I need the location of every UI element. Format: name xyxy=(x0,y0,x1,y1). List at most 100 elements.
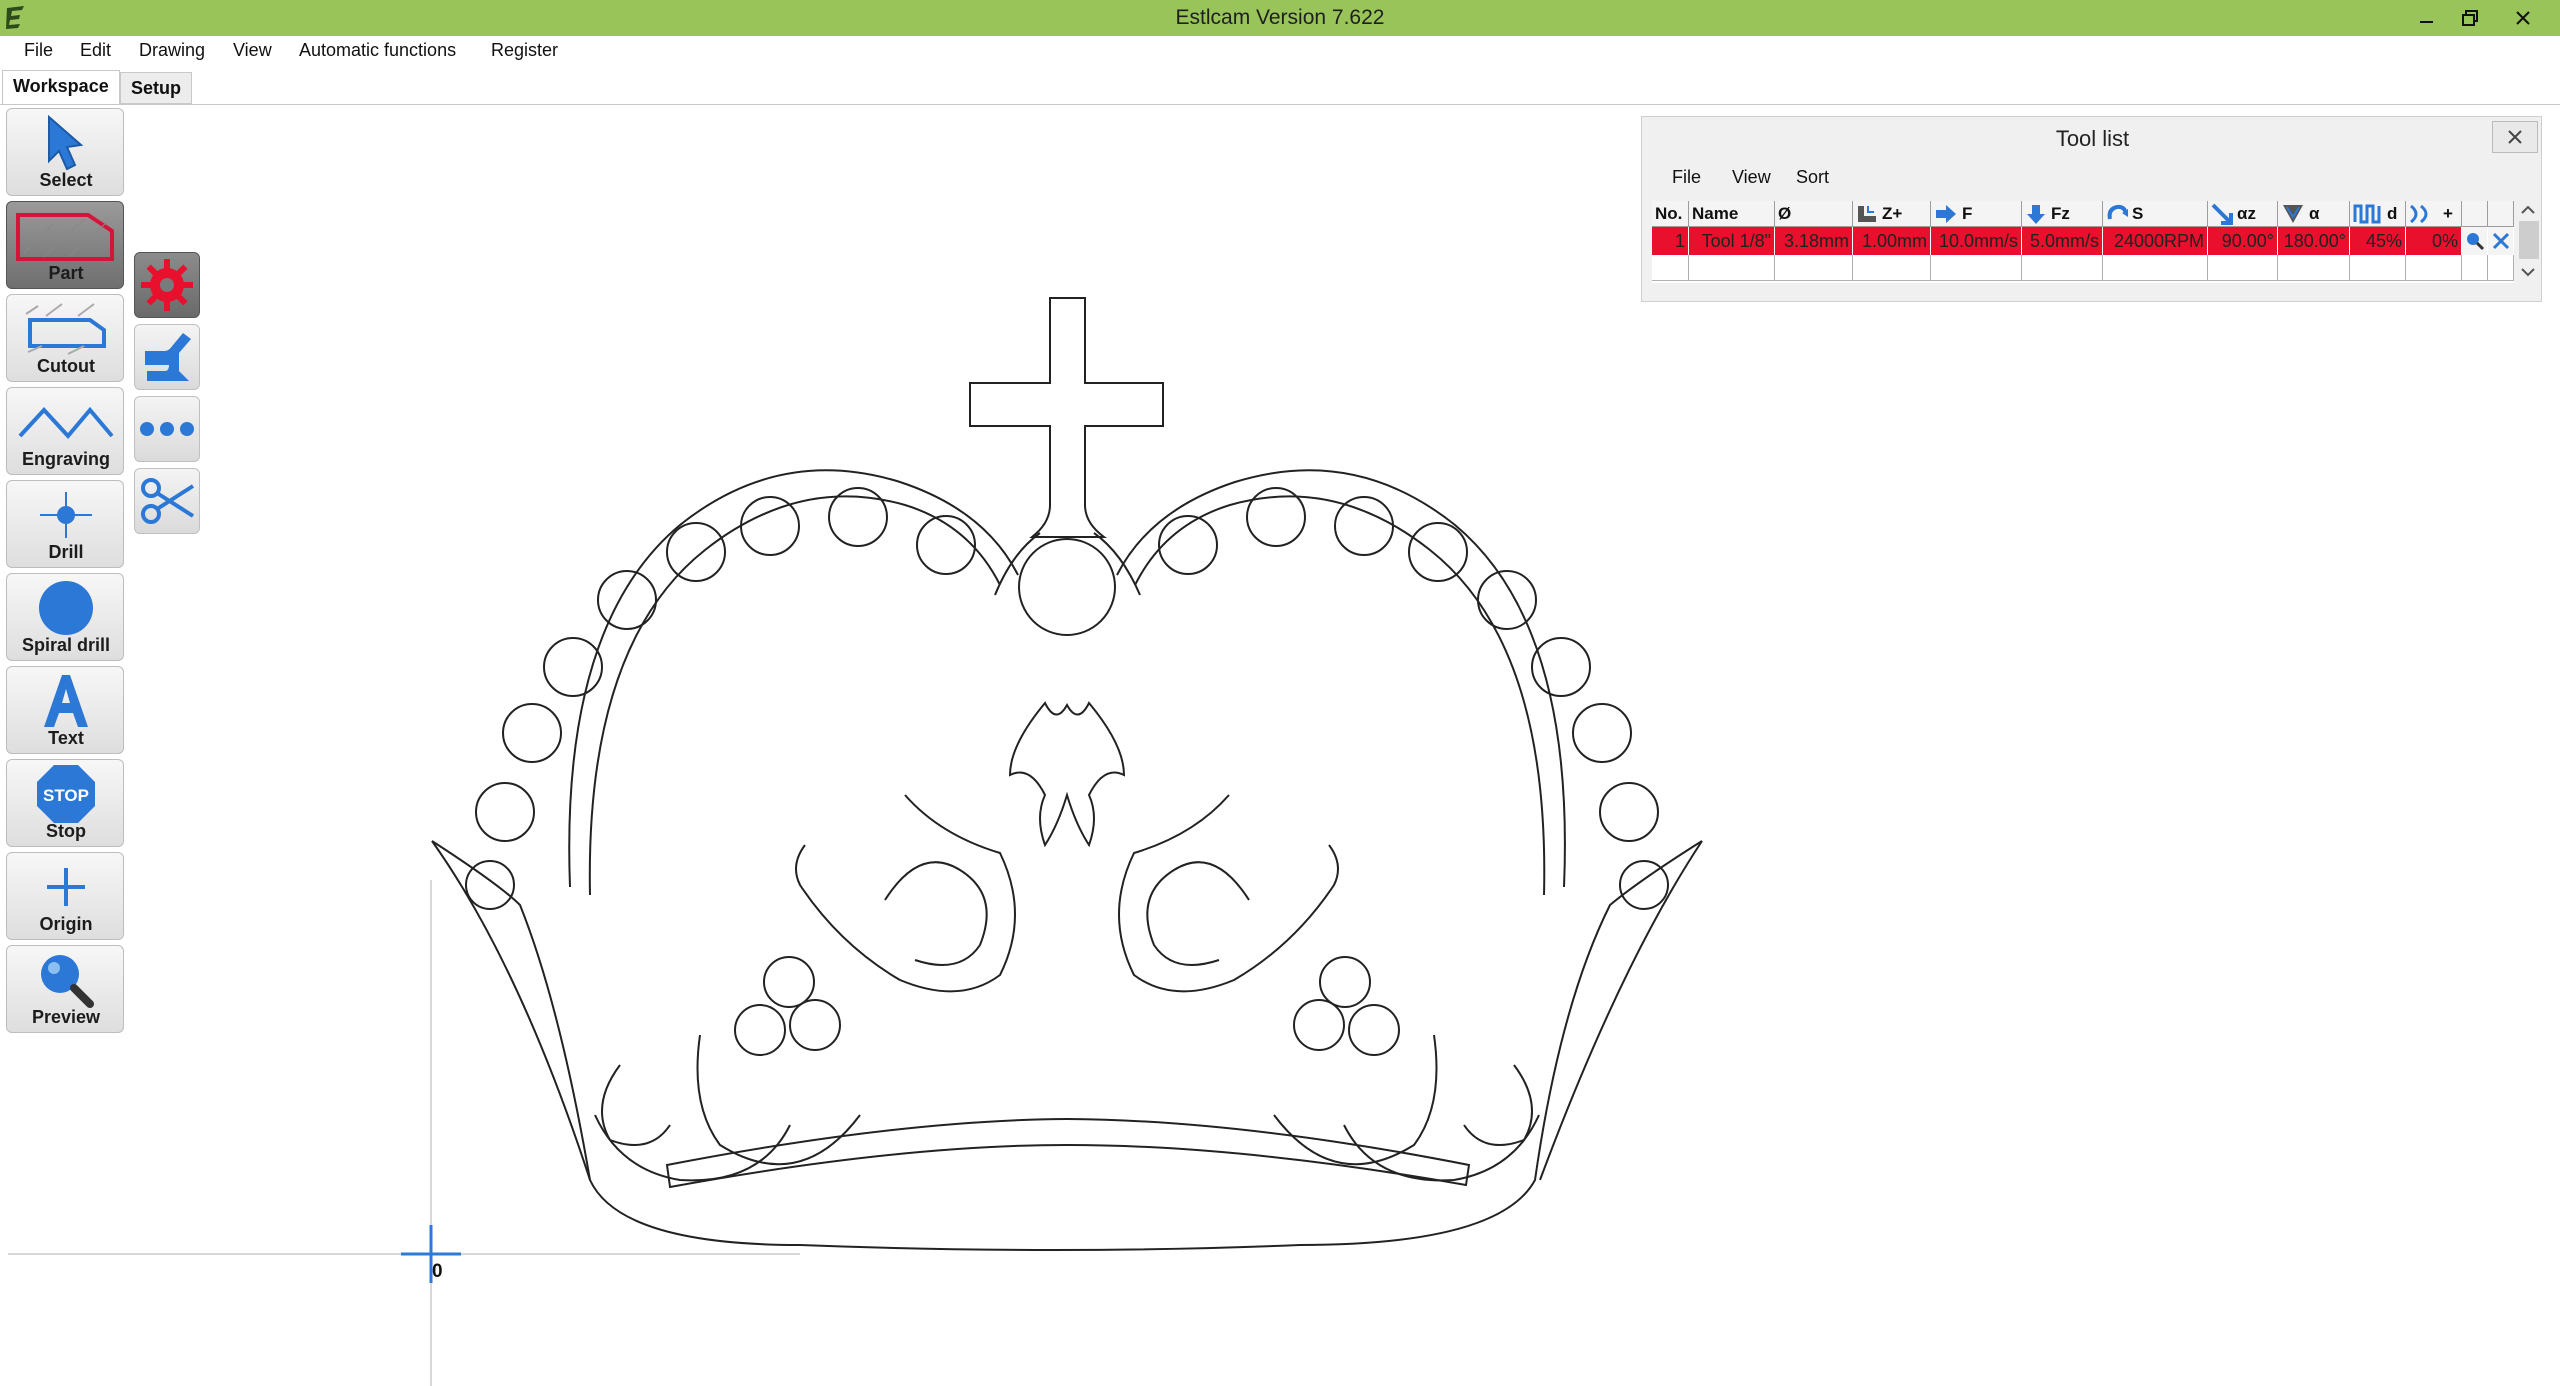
empty-cell[interactable] xyxy=(1931,255,2022,281)
menu-bar: File Edit Drawing View Automatic functio… xyxy=(0,36,2560,68)
more-dots-icon xyxy=(140,422,194,436)
minimize-icon xyxy=(2420,21,2433,23)
menu-view[interactable]: View xyxy=(231,40,274,61)
magnifier-icon xyxy=(41,955,94,1008)
select-tool-button[interactable]: Select xyxy=(6,108,124,196)
scissors-icon xyxy=(141,478,195,524)
origin-label: 0 xyxy=(432,1261,443,1282)
ramp-angle-icon xyxy=(2211,203,2233,225)
text-tool-button[interactable]: Text xyxy=(6,666,124,754)
col-header-stepover[interactable]: d xyxy=(2350,201,2406,227)
feed-arrow-right-icon xyxy=(1936,204,1956,223)
engraving-label: Engraving xyxy=(21,449,110,469)
close-icon xyxy=(2516,11,2530,25)
stop-tool-button[interactable]: STOP Stop xyxy=(6,759,124,847)
drill-label: Drill xyxy=(48,542,84,562)
close-window-button[interactable] xyxy=(2494,0,2552,36)
col-header-spindle[interactable]: S xyxy=(2103,201,2208,227)
main-tabs: Workspace Setup xyxy=(0,70,2560,105)
col-header-no[interactable]: No. xyxy=(1652,201,1689,227)
col-header-name[interactable]: Name xyxy=(1689,201,1775,227)
origin-tool-button[interactable]: Origin xyxy=(6,852,124,940)
spiral-drill-tool-button[interactable]: Spiral drill xyxy=(6,573,124,661)
tool-row-ramp-angle[interactable]: 90.00° xyxy=(2208,227,2278,255)
cutout-label: Cutout xyxy=(37,356,95,376)
tool-row-delete-button[interactable] xyxy=(2488,227,2514,255)
part-tool-button[interactable]: Part xyxy=(6,201,124,289)
empty-cell[interactable] xyxy=(2022,255,2103,281)
tool-list-menu-view[interactable]: View xyxy=(1732,167,1771,188)
scroll-up-icon[interactable] xyxy=(2516,201,2540,219)
empty-cell[interactable] xyxy=(1853,255,1931,281)
join-toolpath-button[interactable] xyxy=(134,324,200,390)
tool-row-feed[interactable]: 10.0mm/s xyxy=(1931,227,2022,255)
col-header-tool-angle[interactable]: α xyxy=(2278,201,2350,227)
tool-list-menu-file[interactable]: File xyxy=(1672,167,1701,188)
text-label: Text xyxy=(48,728,84,748)
tool-row-plunge-feed[interactable]: 5.0mm/s xyxy=(2022,227,2103,255)
tool-row-depth-step[interactable]: 1.00mm xyxy=(1853,227,1931,255)
empty-cell[interactable] xyxy=(2278,255,2350,281)
tool-angle-icon xyxy=(2283,204,2303,223)
menu-register[interactable]: Register xyxy=(489,40,560,61)
origin-marker[interactable] xyxy=(401,1225,461,1283)
cutout-icon xyxy=(25,303,106,355)
engraving-tool-button[interactable]: Engraving xyxy=(6,387,124,475)
col-header-plunge-feed[interactable]: Fz xyxy=(2022,201,2103,227)
origin-label-button: Origin xyxy=(39,914,93,934)
tool-list-close-button[interactable] xyxy=(2492,121,2538,153)
cutout-tool-button[interactable]: Cutout xyxy=(6,294,124,382)
tool-row-name[interactable]: Tool 1/8" xyxy=(1689,227,1775,255)
menu-drawing[interactable]: Drawing xyxy=(137,40,207,61)
tool-row-diameter[interactable]: 3.18mm xyxy=(1775,227,1853,255)
settings-gear-icon xyxy=(141,259,193,311)
menu-edit[interactable]: Edit xyxy=(78,40,113,61)
tool-row-edit-button[interactable] xyxy=(2462,227,2488,255)
tool-table: No. Name Ø Z+ F Fz S αz α d + 1 Tool 1/8 xyxy=(1652,201,2514,283)
drill-crosshair-icon xyxy=(40,492,92,538)
preview-tool-button[interactable]: Preview xyxy=(6,945,124,1033)
tool-row-no[interactable]: 1 xyxy=(1652,227,1689,255)
tool-row-stepover[interactable]: 45% xyxy=(2350,227,2406,255)
col-header-offset[interactable]: + xyxy=(2406,201,2462,227)
tool-row-offset[interactable]: 0% xyxy=(2406,227,2462,255)
col-header-ramp-angle[interactable]: αz xyxy=(2208,201,2278,227)
empty-cell[interactable] xyxy=(1775,255,1853,281)
tool-row-tool-angle[interactable]: 180.00° xyxy=(2278,227,2350,255)
empty-cell[interactable] xyxy=(2406,255,2462,281)
tool-list-menu-sort[interactable]: Sort xyxy=(1796,167,1829,188)
empty-cell[interactable] xyxy=(2103,255,2208,281)
empty-cell[interactable] xyxy=(1689,255,1775,281)
part-settings-button[interactable] xyxy=(134,252,200,318)
drill-tool-button[interactable]: Drill xyxy=(6,480,124,568)
window-title: Estlcam Version 7.622 xyxy=(1175,6,1385,29)
empty-cell[interactable] xyxy=(2488,255,2514,281)
scroll-down-icon[interactable] xyxy=(2516,263,2540,281)
empty-cell[interactable] xyxy=(2462,255,2488,281)
tool-list-panel: Tool list File View Sort No. Name Ø Z+ F… xyxy=(1641,116,2542,302)
svg-text:STOP: STOP xyxy=(43,786,89,805)
col-header-feed[interactable]: F xyxy=(1931,201,2022,227)
empty-cell[interactable] xyxy=(2350,255,2406,281)
scroll-thumb[interactable] xyxy=(2519,221,2539,259)
menu-automatic-functions[interactable]: Automatic functions xyxy=(297,40,458,61)
col-header-depth-step[interactable]: Z+ xyxy=(1853,201,1931,227)
engraving-zigzag-icon xyxy=(18,406,114,440)
tool-row-spindle[interactable]: 24000RPM xyxy=(2103,227,2208,255)
empty-cell[interactable] xyxy=(1652,255,1689,281)
tool-list-scrollbar[interactable] xyxy=(2516,201,2540,283)
more-options-button[interactable] xyxy=(134,396,200,462)
tab-workspace[interactable]: Workspace xyxy=(2,70,120,105)
depth-step-icon xyxy=(1858,205,1876,222)
spindle-rotate-icon xyxy=(2107,204,2128,219)
restore-button[interactable] xyxy=(2441,0,2499,36)
stop-sign-icon: STOP xyxy=(37,765,95,823)
col-header-diameter[interactable]: Ø xyxy=(1775,201,1853,227)
empty-cell[interactable] xyxy=(2208,255,2278,281)
crown-part[interactable] xyxy=(431,297,1703,1251)
origin-plus-icon xyxy=(47,868,85,906)
menu-file[interactable]: File xyxy=(22,40,55,61)
tab-setup[interactable]: Setup xyxy=(120,72,193,104)
cut-split-button[interactable] xyxy=(134,468,200,534)
col-header-action-2 xyxy=(2488,201,2514,227)
